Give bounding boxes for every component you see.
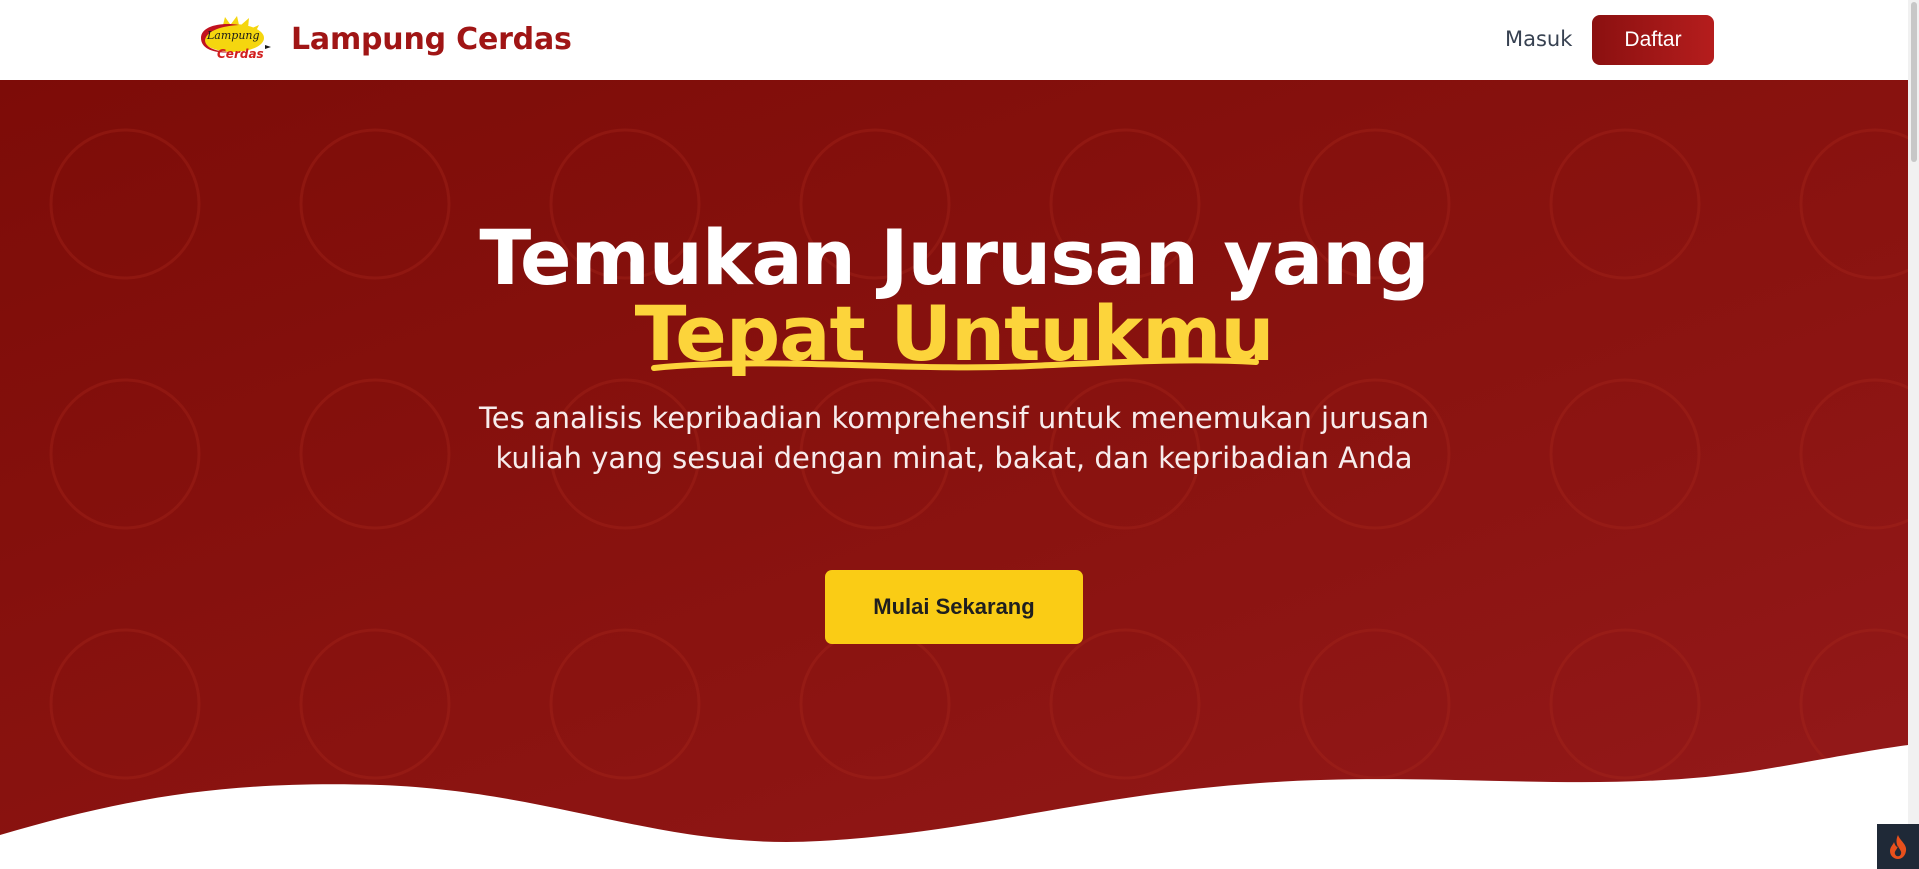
scrollbar-thumb[interactable] bbox=[1911, 2, 1917, 162]
flame-icon bbox=[1890, 834, 1907, 859]
flame-widget[interactable] bbox=[1877, 824, 1919, 869]
logo-text-top: Lampung bbox=[206, 29, 260, 42]
brand-link[interactable]: Lampung Cerdas Lampung Cerdas bbox=[193, 16, 572, 62]
register-button[interactable]: Daftar bbox=[1592, 15, 1714, 65]
logo-icon: Lampung Cerdas bbox=[201, 16, 271, 61]
logo-text-bottom: Cerdas bbox=[217, 47, 264, 61]
hero-section: Temukan Jurusan yang Tepat Untukmu Tes a… bbox=[0, 80, 1908, 869]
login-link[interactable]: Masuk bbox=[1505, 27, 1572, 51]
brand-name: Lampung Cerdas bbox=[291, 21, 572, 57]
navbar: Lampung Cerdas Lampung Cerdas Masuk Daft… bbox=[0, 0, 1908, 80]
hero-wave bbox=[0, 745, 1908, 869]
